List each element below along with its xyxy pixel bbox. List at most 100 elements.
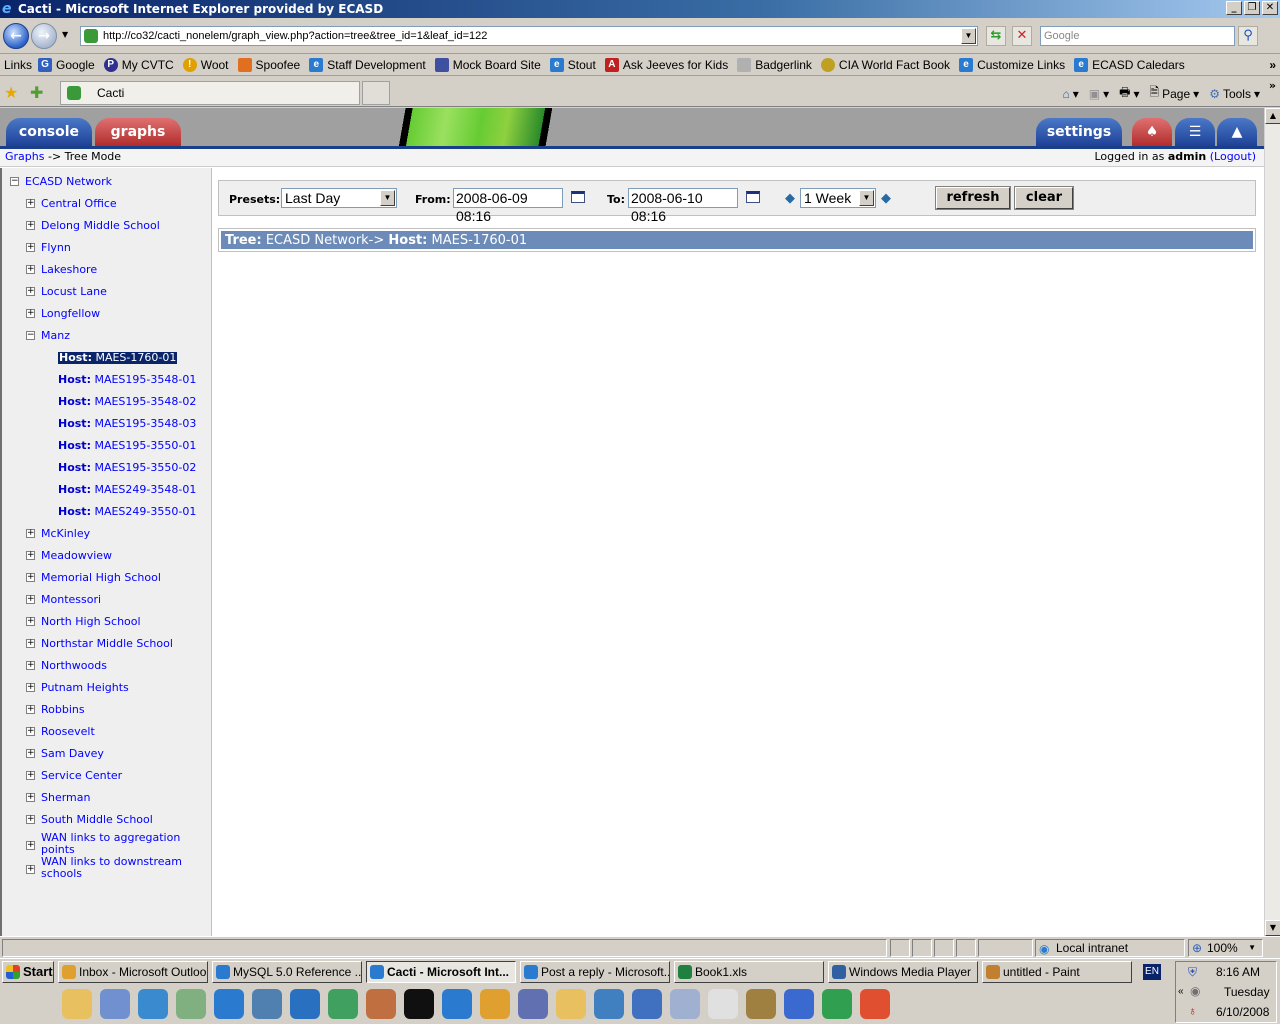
tab-console[interactable]: console <box>6 118 92 147</box>
shift-left-arrow-icon[interactable]: ◆ <box>785 191 795 206</box>
home-button[interactable]: ⌂ ▾ <box>1062 87 1078 101</box>
tree-branch[interactable]: Sherman <box>41 792 90 804</box>
back-button[interactable]: ← <box>3 23 29 49</box>
quill-icon[interactable] <box>252 989 282 1019</box>
outlook-icon[interactable] <box>480 989 510 1019</box>
expand-icon[interactable]: + <box>26 529 35 538</box>
tree-host-item[interactable]: Host: MAES249-3548-01 <box>58 484 196 496</box>
expand-icon[interactable]: + <box>26 573 35 582</box>
tree-branch[interactable]: Locust Lane <box>41 286 107 298</box>
scroll-up-button[interactable]: ▲ <box>1265 108 1280 124</box>
expand-icon[interactable]: + <box>26 551 35 560</box>
collapse-icon[interactable]: − <box>26 331 35 340</box>
tools-menu[interactable]: ⚙ Tools ▾ <box>1209 87 1260 101</box>
clock-time[interactable]: 8:16 AM <box>1216 965 1260 979</box>
expand-icon[interactable]: + <box>26 815 35 824</box>
expand-icon[interactable]: + <box>26 865 35 874</box>
expand-icon[interactable]: + <box>26 727 35 736</box>
expand-icon[interactable]: + <box>26 199 35 208</box>
expand-icon[interactable]: + <box>26 705 35 714</box>
to-date-input[interactable]: 2008-06-10 08:16 <box>628 188 738 224</box>
taskbar-button[interactable]: Book1.xls <box>674 961 824 983</box>
preview-view-button[interactable]: ▲ <box>1217 118 1257 147</box>
from-calendar-icon[interactable] <box>571 191 585 203</box>
shift-right-arrow-icon[interactable]: ◆ <box>881 191 891 206</box>
folder-icon[interactable] <box>556 989 586 1019</box>
tab-settings[interactable]: settings <box>1036 118 1122 147</box>
remote-icon[interactable] <box>632 989 662 1019</box>
link-spoofee[interactable]: Spoofee <box>237 57 300 72</box>
breadcrumb-graphs-link[interactable]: Graphs <box>5 150 44 163</box>
search-input[interactable]: Google <box>1040 26 1235 46</box>
expand-icon[interactable]: + <box>26 639 35 648</box>
expand-icon[interactable]: + <box>26 595 35 604</box>
refresh-button[interactable]: refresh <box>935 186 1011 210</box>
favorites-star-icon[interactable]: ★ <box>4 83 18 102</box>
link-badgerlink[interactable]: Badgerlink <box>737 57 812 72</box>
scroll-down-button[interactable]: ▼ <box>1265 920 1280 936</box>
vertical-scrollbar[interactable]: ▲ ▼ <box>1264 108 1280 936</box>
tree-host-item[interactable]: Host: MAES195-3548-02 <box>58 396 196 408</box>
tree-host-item[interactable]: Host: MAES-1760-01 <box>58 352 178 364</box>
link-woot[interactable]: ! Woot <box>182 57 229 72</box>
tree-host-item[interactable]: Host: MAES249-3550-01 <box>58 506 196 518</box>
expand-icon[interactable]: + <box>26 749 35 758</box>
expand-icon[interactable]: + <box>26 683 35 692</box>
new-tab-button[interactable] <box>362 81 390 105</box>
app-icon[interactable] <box>404 989 434 1019</box>
tray-expand-icon[interactable]: « <box>1178 986 1184 997</box>
tree-branch[interactable]: McKinley <box>41 528 90 540</box>
refresh-page-icon[interactable]: ⇆ <box>986 26 1006 46</box>
close-button[interactable]: ✕ <box>1262 1 1278 15</box>
taskbar-button[interactable]: Windows Media Player <box>828 961 978 983</box>
tree-view-button[interactable]: ♠ <box>1132 118 1172 147</box>
expand-icon[interactable]: + <box>26 287 35 296</box>
tree-branch[interactable]: Memorial High School <box>41 572 161 584</box>
tree-host-item[interactable]: Host: MAES195-3550-02 <box>58 462 196 474</box>
expand-icon[interactable]: + <box>26 771 35 780</box>
add-favorite-icon[interactable]: ✚ <box>30 83 43 102</box>
tree-branch-manz[interactable]: Manz <box>41 330 70 342</box>
tree-branch[interactable]: Meadowview <box>41 550 112 562</box>
ie-icon[interactable] <box>442 989 472 1019</box>
tree-branch-wan-downstream[interactable]: WAN links to downstream schools <box>41 856 182 880</box>
network-icon[interactable] <box>138 989 168 1019</box>
volume-icon[interactable]: ◉ <box>1190 984 1200 998</box>
logout-link[interactable]: Logout <box>1214 150 1252 163</box>
link-ask-jeeves[interactable]: A Ask Jeeves for Kids <box>604 57 728 72</box>
avatar-icon[interactable] <box>746 989 776 1019</box>
tree-branch[interactable]: Delong Middle School <box>41 220 160 232</box>
to-calendar-icon[interactable] <box>746 191 760 203</box>
recycle-bin-icon[interactable] <box>176 989 206 1019</box>
folder-icon[interactable] <box>62 989 92 1019</box>
expand-icon[interactable]: + <box>26 309 35 318</box>
expand-icon[interactable]: + <box>26 221 35 230</box>
zoom-control[interactable]: ⊕ 100% ▼ <box>1188 939 1263 957</box>
taskbar-button[interactable]: MySQL 5.0 Reference ... <box>212 961 362 983</box>
address-dropdown-button[interactable]: ▼ <box>961 28 976 44</box>
tree-branch[interactable]: Lakeshore <box>41 264 97 276</box>
feeds-button[interactable]: ▣ ▾ <box>1089 87 1109 101</box>
link-google[interactable]: G Google <box>38 57 95 72</box>
tree-host-item[interactable]: Host: MAES195-3550-01 <box>58 440 196 452</box>
ie-icon[interactable] <box>214 989 244 1019</box>
presets-select[interactable]: Last Day ▼ <box>281 188 397 208</box>
globe-mouse-icon[interactable] <box>328 989 358 1019</box>
language-indicator[interactable]: EN <box>1143 964 1161 980</box>
link-staff-development[interactable]: e Staff Development <box>309 57 426 72</box>
tree-branch[interactable]: Central Office <box>41 198 117 210</box>
from-date-input[interactable]: 2008-06-09 08:16 <box>453 188 563 224</box>
expand-icon[interactable]: + <box>26 617 35 626</box>
globe-icon[interactable] <box>290 989 320 1019</box>
browser-tab-cacti[interactable]: Cacti <box>60 81 360 105</box>
expand-icon[interactable]: + <box>26 243 35 252</box>
presentation-icon[interactable] <box>708 989 738 1019</box>
taskbar-button[interactable]: Post a reply - Microsoft... <box>520 961 670 983</box>
tree-branch[interactable]: Northstar Middle School <box>41 638 173 650</box>
expand-icon[interactable]: + <box>26 841 35 850</box>
more-links-chevron-icon[interactable]: » <box>1269 58 1276 72</box>
sync-icon[interactable] <box>784 989 814 1019</box>
tree-branch[interactable]: Sam Davey <box>41 748 104 760</box>
history-dropdown-icon[interactable]: ▼ <box>62 30 68 39</box>
collapse-icon[interactable]: − <box>10 177 19 186</box>
